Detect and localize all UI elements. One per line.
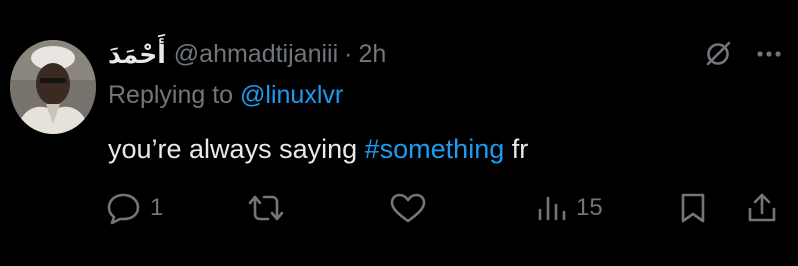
views-count: 15: [576, 194, 603, 221]
bookmark-icon: [678, 191, 708, 225]
grok-icon: [704, 40, 732, 68]
avatar-photo: [10, 40, 96, 134]
share-button[interactable]: [746, 186, 778, 230]
more-button[interactable]: [756, 49, 782, 59]
reply-count: 1: [150, 194, 164, 221]
replying-to-line: Replying to @linuxlvr: [108, 81, 343, 110]
views-icon: [536, 192, 568, 224]
header-icons: [704, 34, 782, 74]
tweet[interactable]: أَحْمَدَ @ahmadtijaniii · 2h Replying to…: [0, 0, 798, 266]
user-handle[interactable]: @ahmadtijaniii: [174, 40, 338, 69]
retweet-icon: [246, 192, 286, 224]
more-icon: [757, 51, 781, 57]
share-icon: [746, 191, 778, 225]
display-name[interactable]: أَحْمَدَ: [108, 40, 166, 69]
retweet-button[interactable]: [246, 186, 286, 230]
grok-button[interactable]: [704, 40, 732, 68]
tweet-header: أَحْمَدَ @ahmadtijaniii · 2h: [108, 34, 386, 74]
like-icon: [388, 191, 428, 225]
reply-button[interactable]: 1: [106, 186, 163, 230]
tweet-text-before: you’re always saying: [108, 134, 358, 164]
separator-dot: ·: [344, 39, 353, 68]
replying-to-mention[interactable]: @linuxlvr: [240, 81, 343, 109]
tweet-text: you’re always saying #something fr: [108, 134, 528, 165]
avatar[interactable]: [10, 40, 96, 134]
like-button[interactable]: [388, 186, 428, 230]
replying-prefix: Replying to: [108, 81, 234, 109]
bookmark-button[interactable]: [678, 186, 708, 230]
reply-icon: [106, 191, 142, 225]
hashtag-link[interactable]: #something: [365, 134, 505, 164]
timestamp[interactable]: 2h: [358, 40, 386, 69]
views-button[interactable]: 15: [536, 186, 603, 230]
tweet-text-after: fr: [511, 134, 529, 164]
action-bar: 1 15: [0, 186, 798, 230]
